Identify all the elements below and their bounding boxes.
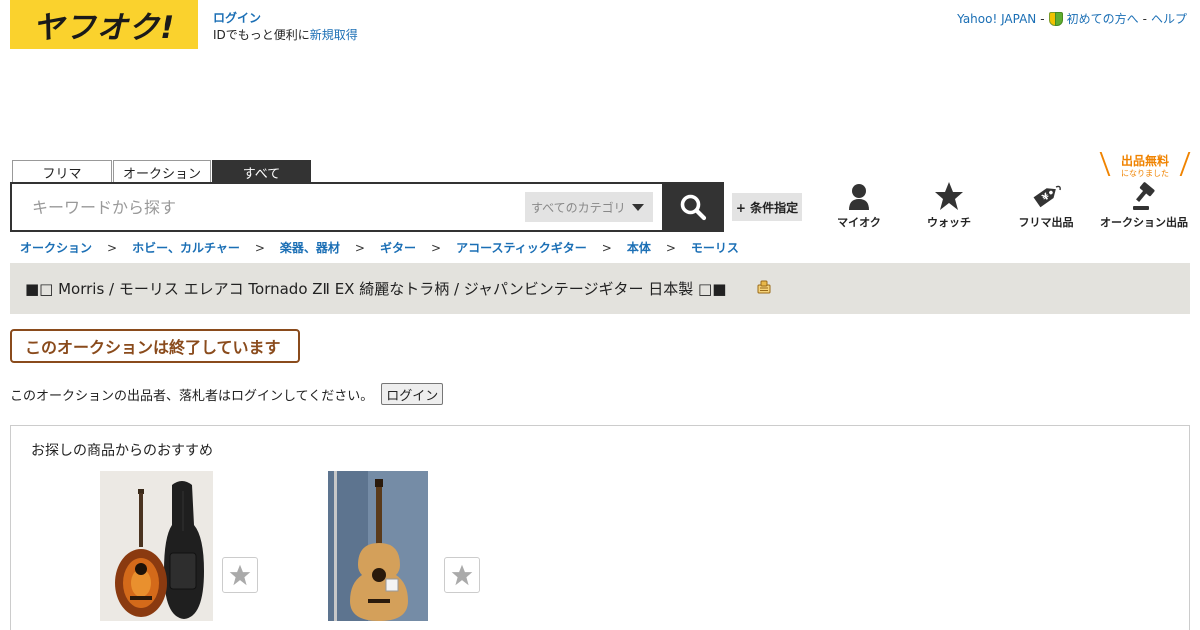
- star-icon: [935, 182, 963, 210]
- breadcrumb-separator: >: [665, 240, 676, 255]
- search-box: すべてのカテゴリ: [10, 182, 664, 232]
- register-link[interactable]: 新規取得: [310, 28, 358, 42]
- logo-text: ヤフオク!: [32, 10, 176, 46]
- auction-ended-notice: このオークションは終了しています: [10, 329, 300, 363]
- user-icon: [849, 184, 869, 210]
- login-box: ログイン IDでもっと便利に新規取得: [213, 10, 358, 44]
- free-listing-badge: 出品無料 になりました: [1099, 152, 1191, 179]
- breadcrumb-separator: >: [354, 240, 365, 255]
- recommend-panel: お探しの商品からのおすすめ: [10, 425, 1190, 630]
- nav-label: ウォッチ: [927, 216, 971, 229]
- breadcrumb: オークション > ホビー、カルチャー > 楽器、器材 > ギター > アコーステ…: [20, 239, 739, 256]
- login-notice-text: このオークションの出品者、落札者はログインしてください。: [10, 388, 374, 404]
- breadcrumb-item[interactable]: ギター: [380, 239, 416, 256]
- breadcrumb-separator: >: [107, 240, 118, 255]
- tab-flea-market[interactable]: フリマ: [12, 160, 112, 183]
- chevron-down-icon: [631, 203, 644, 211]
- breadcrumb-item[interactable]: モーリス: [691, 239, 739, 256]
- login-desc: IDでもっと便利に: [213, 28, 310, 42]
- yahoo-japan-link[interactable]: Yahoo! JAPAN: [957, 12, 1036, 26]
- beginner-mark-icon: [1048, 11, 1063, 26]
- login-button[interactable]: ログイン: [381, 383, 444, 405]
- nav-flea-listing[interactable]: ¥ フリマ出品: [1001, 180, 1091, 230]
- star-icon: [451, 564, 473, 586]
- nav-label: オークション出品: [1100, 216, 1188, 229]
- search-button[interactable]: [662, 182, 724, 232]
- breadcrumb-separator: >: [431, 240, 442, 255]
- header-links: Yahoo! JAPAN - 初めての方へ - ヘルプ: [957, 10, 1187, 27]
- category-select-label: すべてのカテゴリ: [531, 200, 626, 215]
- watch-button[interactable]: [222, 557, 258, 593]
- breadcrumb-item[interactable]: オークション: [20, 239, 92, 256]
- help-link[interactable]: ヘルプ: [1151, 10, 1187, 27]
- watch-button[interactable]: [444, 557, 480, 593]
- item-title: ■□ Morris / モーリス エレアコ Tornado ZⅡ EX 綺麗なト…: [25, 280, 727, 298]
- nav-auction-listing[interactable]: オークション出品: [1099, 180, 1189, 230]
- category-select[interactable]: すべてのカテゴリ: [525, 192, 653, 222]
- login-notice: このオークションの出品者、落札者はログインしてください。 ログイン: [10, 383, 444, 405]
- beginners-link[interactable]: 初めての方へ: [1067, 10, 1139, 27]
- login-link[interactable]: ログイン: [213, 11, 261, 25]
- search-tabs: フリマ オークション すべて: [12, 160, 312, 183]
- free-badge-main: 出品無料: [1120, 154, 1169, 168]
- nav-label: マイオク: [837, 216, 881, 229]
- gavel-icon: [1133, 182, 1155, 210]
- breadcrumb-item[interactable]: アコースティックギター: [456, 239, 587, 256]
- breadcrumb-separator: >: [254, 240, 265, 255]
- search-input[interactable]: [32, 184, 512, 230]
- recommend-title: お探しの商品からのおすすめ: [31, 443, 213, 459]
- breadcrumb-item[interactable]: 楽器、器材: [280, 239, 340, 256]
- nav-my-auction[interactable]: マイオク: [814, 180, 904, 230]
- tab-all[interactable]: すべて: [212, 160, 311, 183]
- link-separator: -: [1040, 11, 1045, 26]
- free-badge-sub: になりました: [1121, 169, 1169, 178]
- breadcrumb-item[interactable]: 本体: [627, 239, 651, 256]
- nav-watch[interactable]: ウォッチ: [904, 180, 994, 230]
- product-image[interactable]: [100, 471, 213, 621]
- yahuoku-logo[interactable]: ヤフオク!: [10, 0, 198, 49]
- tab-auction[interactable]: オークション: [113, 160, 211, 183]
- search-icon: [680, 194, 707, 221]
- report-icon[interactable]: [756, 279, 772, 299]
- price-tag-icon: ¥: [1033, 185, 1061, 208]
- star-icon: [229, 564, 251, 586]
- breadcrumb-separator: >: [601, 240, 612, 255]
- link-separator: -: [1142, 11, 1147, 26]
- product-image[interactable]: [328, 471, 428, 621]
- item-title-band: ■□ Morris / モーリス エレアコ Tornado ZⅡ EX 綺麗なト…: [10, 263, 1190, 314]
- breadcrumb-item[interactable]: ホビー、カルチャー: [132, 239, 240, 256]
- nav-label: フリマ出品: [1018, 216, 1074, 229]
- condition-button[interactable]: + 条件指定: [732, 193, 802, 221]
